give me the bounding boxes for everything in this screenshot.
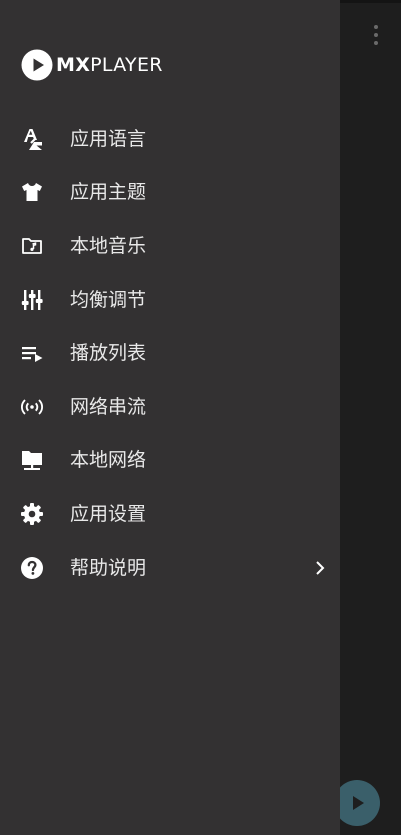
navigation-drawer: MXPLAYER 应用语言 应用主题 本地音乐 均衡调节 播放列表 网络串流 本… bbox=[0, 0, 340, 835]
menu-item-local-music[interactable]: 本地音乐 bbox=[0, 219, 340, 273]
menu-label: 网络串流 bbox=[70, 395, 147, 418]
playlist-icon bbox=[19, 340, 45, 366]
mx-player-logo: MXPLAYER bbox=[21, 49, 163, 81]
menu-item-app-theme[interactable]: 应用主题 bbox=[0, 166, 340, 220]
menu-item-local-network[interactable]: 本地网络 bbox=[0, 434, 340, 488]
menu-item-network-stream[interactable]: 网络串流 bbox=[0, 380, 340, 434]
menu-label: 均衡调节 bbox=[70, 288, 147, 311]
menu-label: 应用设置 bbox=[70, 502, 147, 525]
network-folder-icon bbox=[19, 447, 45, 473]
menu-label: 本地网络 bbox=[70, 449, 147, 472]
language-icon bbox=[19, 126, 45, 152]
menu-label: 本地音乐 bbox=[70, 234, 147, 257]
menu-label: 播放列表 bbox=[70, 342, 147, 365]
help-icon bbox=[19, 555, 45, 581]
stream-icon bbox=[19, 394, 45, 420]
menu-label: 应用主题 bbox=[70, 181, 147, 204]
chevron-right-icon bbox=[314, 560, 326, 576]
menu-item-app-language[interactable]: 应用语言 bbox=[0, 112, 340, 166]
logo-player: PLAYER bbox=[90, 54, 163, 76]
menu-item-app-settings[interactable]: 应用设置 bbox=[0, 487, 340, 541]
logo-text: MXPLAYER bbox=[56, 49, 163, 81]
menu-label: 帮助说明 bbox=[70, 556, 147, 579]
tshirt-icon bbox=[19, 179, 45, 205]
screen: MXPLAYER 应用语言 应用主题 本地音乐 均衡调节 播放列表 网络串流 本… bbox=[0, 0, 401, 835]
gear-icon bbox=[19, 501, 45, 527]
menu-item-equalizer[interactable]: 均衡调节 bbox=[0, 273, 340, 327]
play-icon bbox=[353, 796, 364, 810]
music-folder-icon bbox=[19, 233, 45, 259]
menu-label: 应用语言 bbox=[70, 127, 147, 150]
menu-item-help[interactable]: 帮助说明 bbox=[0, 541, 340, 595]
menu-item-playlist[interactable]: 播放列表 bbox=[0, 326, 340, 380]
equalizer-icon bbox=[19, 287, 45, 313]
play-fab-button[interactable] bbox=[334, 780, 380, 826]
logo-play-icon bbox=[21, 49, 53, 81]
more-options-icon[interactable] bbox=[367, 24, 385, 46]
logo-mx: MX bbox=[56, 54, 91, 76]
drawer-menu: 应用语言 应用主题 本地音乐 均衡调节 播放列表 网络串流 本地网络 应用设置 … bbox=[0, 112, 340, 594]
